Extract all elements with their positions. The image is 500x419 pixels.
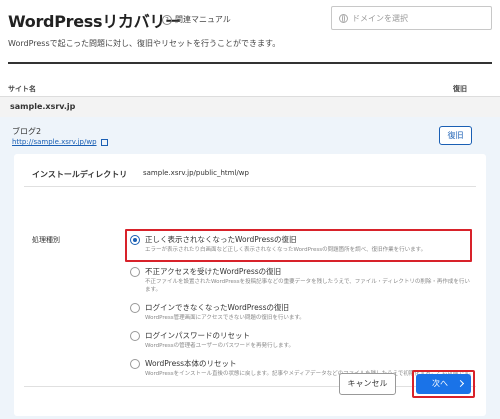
blog-url-text: http://sample.xsrv.jp/wp — [12, 138, 97, 146]
page-title: WordPressリカバリー — [8, 12, 181, 31]
next-button-label: 次へ — [432, 379, 448, 388]
install-directory-value: sample.xsrv.jp/public_html/wp — [143, 169, 249, 177]
option-description: エラーが表示されたり白画面など正しく表示されなくなったWordPressの問題箇… — [145, 247, 427, 253]
domain-select-placeholder: ドメインを選択 — [352, 13, 408, 23]
option-description: WordPress管理画面にアクセスできない問題の復旧を行います。 — [145, 315, 305, 321]
external-link-icon — [100, 138, 108, 146]
option-title: 不正アクセスを受けたWordPressの復旧 — [145, 267, 282, 276]
radio-button[interactable] — [130, 303, 140, 313]
next-button[interactable]: 次へ — [416, 374, 471, 394]
radio-button[interactable] — [130, 359, 140, 369]
manual-label: 関連マニュアル — [175, 15, 231, 24]
column-site-name: サイト名 — [8, 85, 36, 93]
site-row: sample.xsrv.jp — [0, 97, 500, 117]
install-directory-label: インストールディレクトリ — [32, 170, 128, 179]
help-icon: ? — [162, 14, 172, 25]
blog-name: ブログ2 — [12, 127, 42, 136]
option-description: WordPressの管理者ユーザーのパスワードを再発行します。 — [145, 343, 294, 349]
panel-divider — [24, 186, 476, 187]
page-subtitle: WordPressで起こった問題に対し、復旧やリセットを行うことができます。 — [8, 39, 281, 48]
option-title: WordPress本体のリセット — [145, 359, 237, 368]
manual-link[interactable]: ? 関連マニュアル — [162, 14, 231, 25]
radio-button[interactable] — [130, 331, 140, 341]
option-title: 正しく表示されなくなったWordPressの復旧 — [145, 235, 297, 244]
header-divider — [8, 62, 492, 64]
blog-url-link[interactable]: http://sample.xsrv.jp/wp — [12, 138, 108, 146]
domain-select[interactable]: ドメインを選択 — [331, 6, 492, 30]
option-title: ログインパスワードのリセット — [145, 331, 250, 340]
globe-icon — [339, 13, 348, 23]
column-restore: 復旧 — [453, 85, 467, 93]
option-description: 不正ファイルを設置されたWordPressを投稿記事などの重要データを残したうえ… — [145, 279, 470, 293]
page-header: WordPressリカバリー ? 関連マニュアル ドメインを選択 WordPre… — [0, 0, 500, 64]
radio-button-checked[interactable] — [130, 235, 140, 245]
restore-button[interactable]: 復旧 — [439, 126, 472, 145]
chevron-right-icon — [456, 379, 465, 388]
table-header: サイト名 復旧 — [0, 82, 500, 96]
process-type-label: 処理種別 — [32, 236, 60, 244]
radio-button[interactable] — [130, 267, 140, 277]
option-title: ログインできなくなったWordPressの復旧 — [145, 303, 290, 312]
cancel-button[interactable]: キャンセル — [339, 373, 396, 395]
panel-footer-divider — [24, 386, 476, 387]
